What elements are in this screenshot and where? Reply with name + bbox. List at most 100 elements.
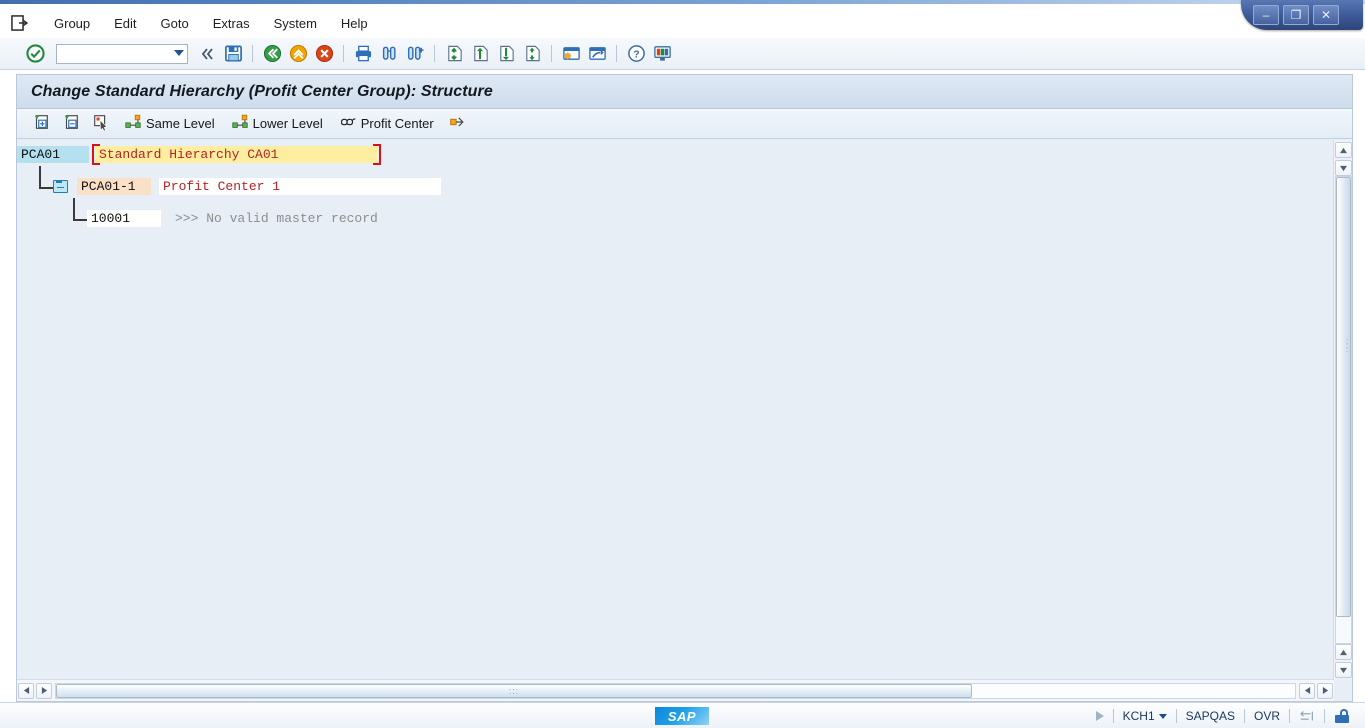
create-shortcut-icon[interactable]: [584, 41, 610, 67]
ready-play-icon: [1095, 711, 1104, 721]
sap-logo: SAP: [655, 707, 709, 725]
tree-node-key[interactable]: PCA01-1: [77, 177, 151, 195]
scroll-up-button-bottom[interactable]: [1335, 644, 1352, 660]
chevron-down-icon[interactable]: [1158, 713, 1167, 719]
tree-node-status-text: >>> No valid master record: [175, 210, 378, 226]
window-controls: – ❐ ✕: [1241, 0, 1363, 34]
tree-connector-line: [39, 166, 41, 188]
tree-row[interactable]: PCA01 Standard Hierarchy CA01: [17, 143, 381, 165]
vertical-scroll-track[interactable]: [1335, 176, 1352, 644]
menu-item-goto-label: Goto: [160, 15, 189, 31]
last-page-icon[interactable]: [519, 41, 545, 67]
menu-item-goto[interactable]: Goto: [149, 14, 201, 33]
system-name-field[interactable]: SAPQAS: [1177, 709, 1244, 723]
menu-item-edit-label: Edit: [114, 15, 137, 31]
lower-level-button[interactable]: Lower Level: [224, 112, 330, 136]
resize-grip-button[interactable]: [1290, 710, 1324, 723]
tree-node-key[interactable]: 10001: [87, 209, 161, 227]
scroll-right-button-end[interactable]: [1317, 682, 1333, 699]
toolbar-separator: [252, 45, 253, 62]
toolbar-separator: [551, 45, 552, 62]
previous-page-icon[interactable]: [467, 41, 493, 67]
collapse-left-icon[interactable]: [194, 41, 220, 67]
exit-icon[interactable]: [285, 41, 311, 67]
horizontal-scrollbar[interactable]: :::: [17, 679, 1334, 701]
hierarchy-tree[interactable]: PCA01 Standard Hierarchy CA01 PCA01-1 Pr…: [17, 140, 1334, 680]
menu-item-help[interactable]: Help: [329, 14, 380, 33]
close-icon: ✕: [1320, 8, 1332, 22]
select-node-button[interactable]: [87, 112, 115, 136]
transaction-code-field[interactable]: KCH1: [1114, 709, 1176, 723]
tree-node-description-field[interactable]: Standard Hierarchy CA01: [92, 143, 381, 165]
menu-item-help-label: Help: [340, 15, 368, 31]
cancel-icon[interactable]: [311, 41, 337, 67]
same-level-button[interactable]: Same Level: [117, 112, 222, 136]
tree-node-key[interactable]: PCA01: [17, 145, 89, 163]
standard-toolbar: ?: [0, 38, 1365, 70]
toolbar-separator: [434, 45, 435, 62]
ready-indicator[interactable]: [1087, 711, 1113, 721]
back-icon[interactable]: [259, 41, 285, 67]
profit-center-button[interactable]: Profit Center: [332, 112, 441, 136]
tree-node-description: Profit Center 1: [163, 178, 281, 194]
print-icon[interactable]: [350, 41, 376, 67]
titlebar-accent-stripe: [0, 0, 1365, 4]
menu-item-system[interactable]: System: [262, 14, 329, 33]
scroll-thumb-grip: :::: [508, 685, 520, 696]
find-next-icon[interactable]: [402, 41, 428, 67]
toolbar-separator: [616, 45, 617, 62]
session-menu-icon[interactable]: [10, 14, 30, 32]
tree-row[interactable]: PCA01-1 Profit Center 1: [53, 177, 441, 195]
insert-mode: OVR: [1253, 709, 1280, 723]
scroll-down-button-bottom[interactable]: [1335, 662, 1352, 678]
command-dropdown-icon[interactable]: [174, 49, 184, 56]
close-button[interactable]: ✕: [1313, 5, 1339, 25]
menu-item-system-label: System: [273, 15, 317, 31]
vertical-scrollbar[interactable]: [1333, 140, 1352, 680]
tree-connector-line: [73, 219, 87, 221]
cursor-bracket-left: [92, 143, 100, 165]
first-page-icon[interactable]: [441, 41, 467, 67]
splitter-grip[interactable]: :::: [1344, 338, 1350, 356]
scroll-up-button[interactable]: [1335, 142, 1352, 158]
scroll-left-button[interactable]: [18, 682, 34, 699]
scroll-down-button[interactable]: [1335, 160, 1352, 176]
horizontal-scroll-thumb[interactable]: :::: [56, 683, 972, 698]
save-icon[interactable]: [220, 41, 246, 67]
next-page-icon[interactable]: [493, 41, 519, 67]
menu-item-extras[interactable]: Extras: [201, 14, 262, 33]
enter-check-icon[interactable]: [22, 41, 48, 67]
profit-center-label: Profit Center: [360, 116, 434, 131]
session-lock-button[interactable]: [1325, 709, 1359, 723]
scroll-right-button[interactable]: [36, 682, 52, 699]
collapse-node-button[interactable]: [57, 112, 85, 136]
find-icon[interactable]: [376, 41, 402, 67]
menu-item-edit[interactable]: Edit: [102, 14, 148, 33]
status-bar: SAP KCH1 SAPQAS OVR: [0, 702, 1365, 728]
help-icon[interactable]: ?: [623, 41, 649, 67]
tree-row[interactable]: 10001 >>> No valid master record: [87, 209, 382, 227]
command-field[interactable]: [56, 43, 188, 64]
profit-center-icon: [339, 113, 357, 134]
insert-mode-field[interactable]: OVR: [1245, 709, 1289, 723]
minimize-button[interactable]: –: [1253, 5, 1279, 25]
toolbar-separator: [343, 45, 344, 62]
vertical-scroll-thumb[interactable]: [1336, 177, 1351, 617]
tree-node-description: Standard Hierarchy CA01: [99, 146, 279, 162]
restore-button[interactable]: ❐: [1283, 5, 1309, 25]
scroll-left-button-end[interactable]: [1299, 682, 1315, 699]
minimize-icon: –: [1262, 8, 1270, 22]
expand-node-button[interactable]: [27, 112, 55, 136]
horizontal-scroll-track[interactable]: :::: [55, 682, 1296, 699]
create-session-icon[interactable]: [558, 41, 584, 67]
tree-node-description-field[interactable]: Profit Center 1: [159, 177, 441, 195]
move-node-button[interactable]: [443, 112, 471, 136]
menu-item-group[interactable]: Group: [42, 14, 102, 33]
folder-collapse-icon[interactable]: [53, 179, 68, 193]
menu-item-extras-label: Extras: [212, 15, 250, 31]
menu-item-group-label: Group: [54, 15, 91, 31]
menubar: Group Edit Goto Extras System Help: [0, 8, 1240, 38]
customize-layout-icon[interactable]: [649, 41, 675, 67]
page-title-bar: Change Standard Hierarchy (Profit Center…: [17, 75, 1352, 109]
command-input[interactable]: [57, 44, 165, 63]
